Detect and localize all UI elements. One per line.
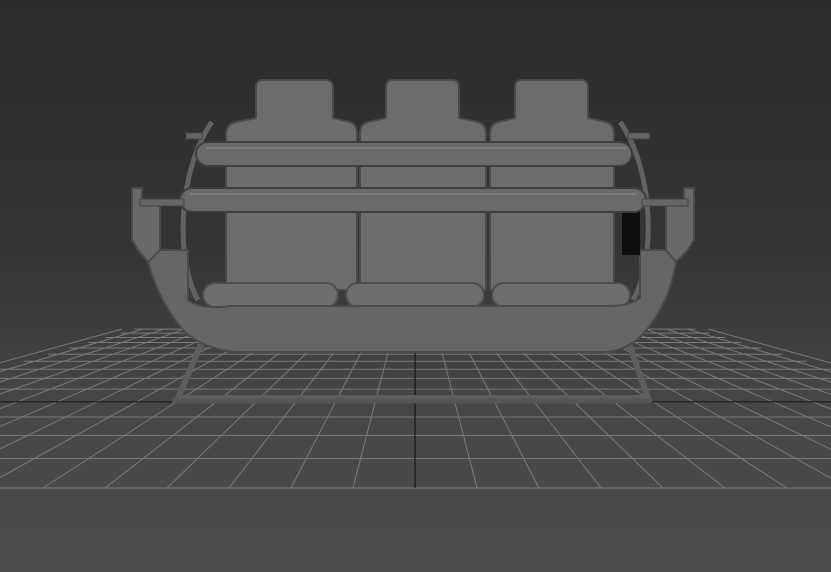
grid-line [708, 328, 831, 364]
grid-line [0, 328, 185, 395]
grid-line [687, 328, 831, 373]
grid-line [0, 328, 122, 364]
grid-line [0, 328, 269, 479]
grid-line [0, 328, 206, 410]
grid-line [603, 328, 831, 428]
grid-line [0, 328, 143, 373]
grid-line [645, 328, 831, 395]
3d-viewport[interactable] [0, 0, 831, 572]
seat-gondola-model[interactable] [131, 79, 695, 404]
viewport-canvas[interactable] [0, 0, 831, 572]
grid-line [624, 328, 831, 410]
